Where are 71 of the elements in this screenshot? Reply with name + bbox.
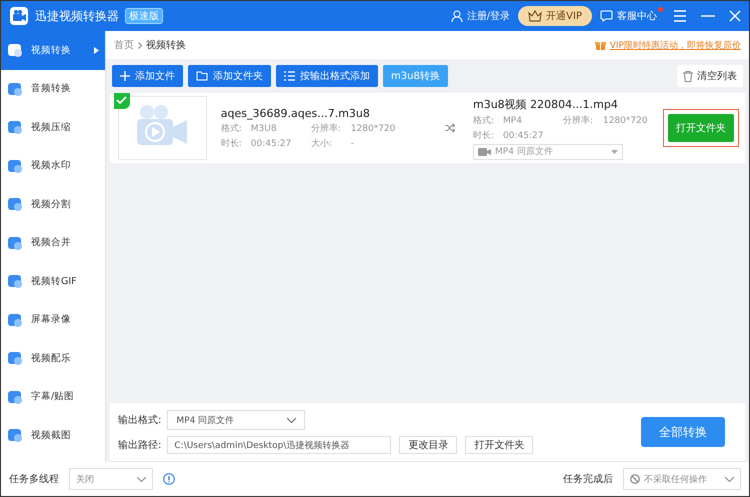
feature-icon: [7, 42, 23, 58]
vip-button[interactable]: 开通VIP: [518, 6, 592, 26]
toolbar-button[interactable]: 按输出格式添加: [276, 65, 378, 87]
field-value: 1280*720: [350, 124, 396, 134]
field-label: 时长:: [220, 138, 243, 150]
toolbar-button[interactable]: 添加文件夹: [188, 65, 271, 87]
crown-icon: [528, 10, 542, 22]
triangle-icon: [94, 46, 99, 54]
breadcrumb-item[interactable]: 首页: [114, 38, 134, 52]
field-value: 1280*720: [603, 116, 648, 126]
field-value: 00:45:27: [503, 130, 544, 140]
feature-icon: [7, 119, 23, 136]
after-task-dropdown[interactable]: 不采取任何操作: [623, 468, 741, 490]
folder-icon: [196, 71, 208, 81]
output-format-dropdown[interactable]: MP4 同原文件: [167, 410, 306, 430]
chevron-down-icon: [725, 476, 734, 482]
caret-icon: [611, 150, 618, 154]
clear-list-button[interactable]: 清空列表: [677, 65, 743, 87]
feature-icon: [7, 158, 23, 174]
field-value: MP4: [503, 116, 522, 126]
field-label: 时长:: [473, 130, 496, 142]
feature-icon: [7, 273, 23, 290]
shuffle-icon: [444, 123, 455, 133]
chevron-down-icon: [287, 418, 296, 422]
output-format-label: 输出格式:: [118, 414, 162, 427]
plus-icon: [120, 71, 130, 81]
output-path-field[interactable]: C:\Users\admin\Desktop\迅捷视频转换器: [167, 436, 392, 454]
field-label: 大小:: [310, 138, 333, 150]
field-label: 分辨率:: [310, 122, 342, 134]
multithread-label: 任务多线程: [9, 472, 59, 486]
field-label: 格式:: [473, 114, 496, 126]
source-file-name: aqes_36689.aqes...7.m3u8: [220, 106, 371, 120]
feature-icon: [7, 312, 23, 328]
feature-icon: [7, 350, 23, 366]
output-file-name: m3u8视频 220804...1.mp4: [473, 96, 619, 112]
app-title: 迅捷视频转换器: [35, 8, 119, 24]
feature-icon: [7, 80, 23, 97]
minimize-icon[interactable]: [701, 15, 715, 17]
support-link[interactable]: 客服中心: [598, 9, 659, 23]
field-label: 格式:: [220, 122, 243, 134]
feature-icon: [7, 234, 23, 251]
toolbar-button[interactable]: 添加文件: [112, 65, 183, 87]
field-label: 分辨率:: [563, 114, 594, 126]
menu-icon[interactable]: [673, 10, 687, 22]
trash-icon: [683, 70, 693, 82]
info-icon[interactable]: [163, 473, 175, 485]
feature-icon: [7, 196, 23, 212]
open-folder-button[interactable]: 打开文件夹: [465, 436, 534, 454]
feature-icon: [7, 388, 23, 405]
field-value: M3U8: [250, 124, 277, 134]
sidebar-item[interactable]: 视频转换: [1, 31, 105, 70]
feature-icon: [7, 427, 23, 444]
edition-badge: 极速版: [125, 8, 163, 24]
login-link[interactable]: 注册/登录: [448, 9, 512, 23]
camera-icon: [478, 148, 491, 156]
breadcrumb-item: 视频转换: [146, 38, 186, 52]
field-value: 00:45:27: [250, 138, 292, 148]
multithread-dropdown[interactable]: 关闭: [69, 468, 153, 490]
close-icon[interactable]: [729, 10, 741, 22]
chevron-down-icon: [137, 476, 146, 482]
logo-icon: [9, 6, 29, 26]
after-task-label: 任务完成后: [563, 472, 613, 486]
change-directory-button[interactable]: 更改目录: [399, 436, 458, 454]
chevron-icon: [138, 42, 142, 48]
chat-icon: [600, 10, 613, 22]
user-icon: [450, 10, 463, 22]
gift-icon: [594, 40, 606, 50]
prohibited-icon: [630, 474, 640, 484]
list-icon: [284, 71, 295, 81]
field-value: -: [350, 138, 356, 148]
output-path-label: 输出路径:: [118, 438, 162, 452]
